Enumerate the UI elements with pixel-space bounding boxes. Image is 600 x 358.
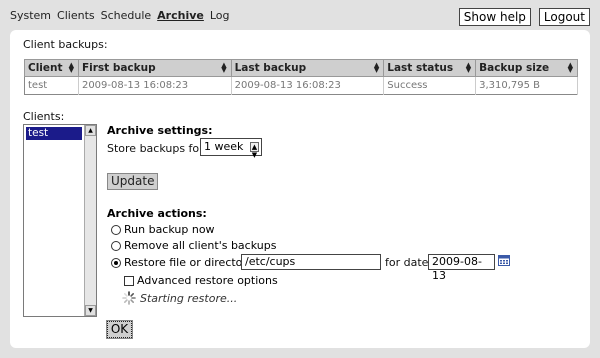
column-header-label: First backup — [81, 62, 156, 74]
run-backup-label: Run backup now — [124, 223, 215, 236]
restore-date-input[interactable]: 2009-08-13 — [428, 254, 495, 282]
restore-option[interactable]: Restore file or directory: — [111, 256, 256, 269]
loading-spinner-icon — [122, 291, 136, 305]
table-header-row: Client ▲ ▼ First backup ▲ ▼ Last backup ▲ ▼ La… — [24, 59, 578, 77]
nav-log[interactable]: Log — [210, 9, 230, 22]
show-help-button[interactable]: Show help — [458, 8, 531, 26]
store-backups-label: Store backups for: — [107, 142, 208, 155]
run-backup-radio[interactable] — [111, 224, 121, 235]
clients-listbox[interactable]: test ▲ ▼ — [23, 124, 97, 317]
run-backup-option[interactable]: Run backup now — [111, 223, 215, 236]
column-header-label: Backup size — [479, 62, 550, 74]
column-header-label: Last status — [387, 62, 454, 74]
for-date-label: for date: — [385, 256, 433, 269]
nav-clients[interactable]: Clients — [57, 9, 95, 22]
advanced-restore-label: Advanced restore options — [137, 274, 278, 287]
advanced-restore-option[interactable]: Advanced restore options — [124, 274, 278, 287]
remove-backups-radio[interactable] — [111, 240, 121, 251]
logout-button[interactable]: Logout — [538, 8, 590, 26]
nav-system[interactable]: System — [10, 9, 51, 22]
top-nav: System Clients Schedule Archive Log — [10, 9, 230, 22]
calendar-icon[interactable] — [498, 255, 510, 266]
clients-title: Clients: — [23, 110, 65, 123]
nav-schedule[interactable]: Schedule — [101, 9, 152, 22]
cell-last-status: Success — [383, 76, 477, 95]
cell-first-backup: 2009-08-13 16:08:23 — [78, 76, 232, 95]
chevron-down-icon: ▲ ▼ — [250, 142, 259, 159]
cell-last-backup: 2009-08-13 16:08:23 — [231, 76, 385, 95]
scroll-up-icon[interactable]: ▲ — [85, 125, 96, 136]
restore-label: Restore file or directory: — [124, 256, 257, 269]
store-duration-value: 1 week — [204, 140, 244, 153]
sort-icon: ▲ ▼ — [567, 61, 573, 74]
sort-icon: ▲ ▼ — [373, 61, 380, 74]
advanced-restore-checkbox[interactable] — [124, 275, 134, 286]
list-item[interactable]: test — [26, 127, 82, 140]
cell-backup-size: 3,310,795 B — [475, 76, 578, 95]
restore-radio[interactable] — [111, 257, 121, 268]
client-backups-title: Client backups: — [23, 38, 108, 51]
nav-archive[interactable]: Archive — [157, 9, 204, 22]
restore-path-input[interactable]: /etc/cups — [241, 254, 381, 270]
column-header-first-backup[interactable]: First backup ▲ ▼ — [77, 59, 232, 77]
column-header-last-status[interactable]: Last status ▲ ▼ — [383, 59, 477, 77]
remove-backups-option[interactable]: Remove all client's backups — [111, 239, 276, 252]
client-backups-table: Client ▲ ▼ First backup ▲ ▼ Last backup ▲ ▼ La… — [24, 59, 578, 95]
ok-button[interactable]: OK — [106, 320, 133, 339]
cell-client: test — [24, 76, 79, 95]
archive-actions-title: Archive actions: — [107, 207, 207, 220]
column-header-label: Client — [28, 62, 63, 74]
sort-icon: ▲ ▼ — [221, 61, 227, 74]
top-buttons: Show help Logout — [458, 8, 590, 26]
column-header-client[interactable]: Client ▲ ▼ — [24, 59, 79, 77]
restore-status: Starting restore... — [122, 291, 237, 305]
column-header-last-backup[interactable]: Last backup ▲ ▼ — [230, 59, 385, 77]
update-button[interactable]: Update — [107, 173, 159, 190]
archive-settings-title: Archive settings: — [107, 124, 213, 137]
column-header-backup-size[interactable]: Backup size ▲ ▼ — [475, 59, 578, 77]
scroll-down-icon[interactable]: ▼ — [85, 305, 96, 316]
column-header-label: Last backup — [234, 62, 307, 74]
listbox-scrollbar[interactable]: ▲ ▼ — [84, 125, 96, 316]
remove-backups-label: Remove all client's backups — [124, 239, 277, 252]
store-duration-select[interactable]: 1 week ▲ ▼ — [200, 138, 262, 159]
archive-panel: Client backups: Client ▲ ▼ First backup ▲ ▼ … — [10, 30, 590, 348]
sort-icon: ▲ ▼ — [68, 61, 74, 74]
restore-status-text: Starting restore... — [140, 291, 238, 305]
table-row[interactable]: test 2009-08-13 16:08:23 2009-08-13 16:0… — [24, 76, 578, 95]
sort-icon: ▲ ▼ — [465, 61, 472, 74]
